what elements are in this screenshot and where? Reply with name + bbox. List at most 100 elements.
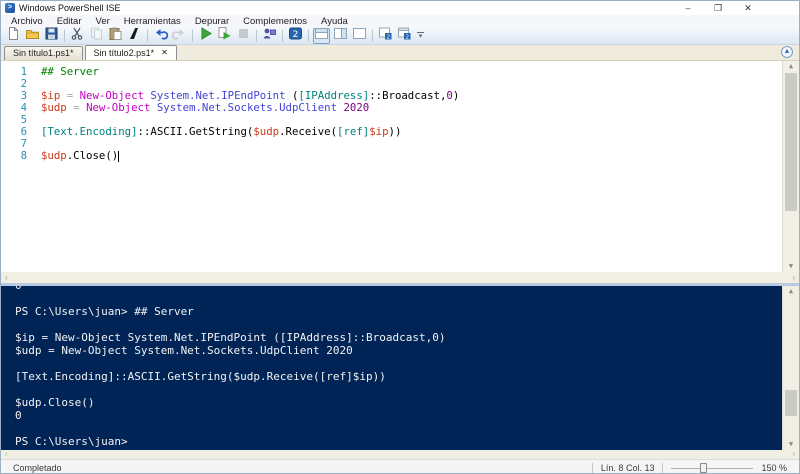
toolbar-separator [192,30,193,42]
code-token: .Close() [67,149,118,162]
show-command-window-icon: 2 [378,26,393,46]
console-scroll-thumb[interactable] [785,390,797,416]
console-output: 0 PS C:\Users\juan> ## Server $ip = New-… [1,286,799,448]
scroll-up-icon[interactable]: ▲ [783,286,799,297]
code-line: $udp = New-Object System.Net.Sockets.Udp… [41,102,781,114]
editor-vertical-scrollbar[interactable]: ▲ ▼ [782,61,799,272]
clear-console-pane-button[interactable] [126,28,143,44]
console-line: $udp = New-Object System.Net.Sockets.Udp… [15,344,779,357]
show-command-window-button[interactable]: 2 [377,28,394,44]
code-token: $udp [41,149,67,162]
show-script-pane-right-button[interactable] [332,28,349,44]
line-number: 8 [1,150,27,162]
code-token: 2020 [343,101,369,114]
script-code[interactable]: ## Server $ip = New-Object System.Net.IP… [41,66,781,162]
scroll-left-icon[interactable]: ‹ [5,273,8,282]
scroll-up-icon[interactable]: ▲ [783,61,799,72]
show-script-pane-top-icon [314,26,329,46]
code-token: ## Server [41,65,99,78]
console-line [15,292,779,305]
scroll-down-icon[interactable]: ▼ [783,439,799,450]
new-remote-powershell-tab-button[interactable] [261,28,278,44]
collapse-script-pane-button[interactable]: ▲ [781,46,793,58]
paste-button[interactable] [107,28,124,44]
close-button[interactable]: ✕ [733,3,763,14]
zoom-slider[interactable] [671,463,753,473]
code-token: $udp [253,125,279,138]
new-remote-powershell-tab-icon [262,26,277,46]
text-caret [118,151,119,162]
console-vertical-scrollbar[interactable]: ▲ ▼ [782,286,799,450]
editor-horizontal-scrollbar[interactable]: ‹ › [1,272,799,283]
console-line [15,357,779,370]
start-powershell-icon: 2 [288,26,303,46]
console-line: 0 [15,409,779,422]
console-line: $udp.Close() [15,396,779,409]
scroll-down-icon[interactable]: ▼ [783,261,799,272]
script-editor[interactable]: 12345678 ## Server $ip = New-Object Syst… [1,61,799,272]
console-line: PS C:\Users\juan> [15,435,779,448]
cursor-position: Lín. 8 Col. 13 [601,463,655,473]
console-line [15,383,779,396]
scroll-right-icon[interactable]: › [792,273,795,282]
new-powershell-tab-icon: 2 [397,26,412,46]
svg-text:2: 2 [293,30,299,40]
show-script-pane-maximized-icon [352,26,367,46]
toolbar-separator [372,30,373,42]
powershell-app-icon: > [5,3,15,13]
console-line: [Text.Encoding]::ASCII.GetString($udp.Re… [15,370,779,383]
toolbar-overflow-icon[interactable]: ▾ [417,32,424,40]
zoom-level: 150 % [761,463,787,473]
console-pane[interactable]: 0 PS C:\Users\juan> ## Server $ip = New-… [1,286,799,450]
restore-button[interactable]: ❐ [703,3,733,14]
stop-operation-icon [236,26,251,46]
script-tab-2[interactable]: Sin título2.ps1* ✕ [85,45,177,60]
stop-operation-button [235,28,252,44]
code-token: .Receive( [279,125,337,138]
script-tab-1[interactable]: Sin título1.ps1* [4,46,83,60]
toolbar-separator [308,30,309,42]
svg-text:2: 2 [405,35,409,41]
toolbar-separator [256,30,257,42]
copy-icon [89,26,104,46]
scroll-right-icon[interactable]: › [793,451,795,458]
show-script-pane-top-button[interactable] [313,28,330,44]
code-line: ## Server [41,66,781,78]
cut-button[interactable] [69,28,86,44]
toolbar-separator [147,30,148,42]
code-line: $udp.Close() [41,150,781,162]
code-line [41,138,781,150]
console-line [15,422,779,435]
show-script-pane-maximized-button[interactable] [351,28,368,44]
console-horizontal-scrollbar[interactable]: ‹ › [1,450,799,459]
open-script-button[interactable] [24,28,41,44]
save-script-icon [44,26,59,46]
start-powershell-button[interactable]: 2 [287,28,304,44]
tab-label: Sin título1.ps1* [13,48,74,58]
scroll-left-icon[interactable]: ‹ [5,451,7,458]
redo-button [171,28,188,44]
redo-icon [172,26,187,46]
code-token: [Text.Encoding] [41,125,138,138]
new-powershell-tab-button[interactable]: 2 [396,28,413,44]
run-script-button[interactable] [197,28,214,44]
minimize-button[interactable]: – [673,3,703,13]
tab-close-icon[interactable]: ✕ [161,49,168,57]
new-script-icon [6,26,21,46]
editor-scroll-thumb[interactable] [785,73,797,211]
code-line: [Text.Encoding]::ASCII.GetString($udp.Re… [41,126,781,138]
zoom-slider-track[interactable] [671,468,753,469]
undo-button[interactable] [152,28,169,44]
run-selection-icon [217,26,232,46]
toolbar: 2 2 2 ▾ [1,28,799,45]
save-script-button[interactable] [43,28,60,44]
code-token: System.Net.Sockets.UdpClient [157,101,337,114]
undo-icon [153,26,168,46]
new-script-button[interactable] [5,28,22,44]
tab-label: Sin título2.ps1* [94,48,155,58]
run-selection-button[interactable] [216,28,233,44]
clear-console-pane-icon [127,26,142,46]
window-controls: – ❐ ✕ [673,3,799,14]
status-bar: Completado Lín. 8 Col. 13 150 % [1,459,799,474]
zoom-slider-thumb[interactable] [700,463,707,473]
